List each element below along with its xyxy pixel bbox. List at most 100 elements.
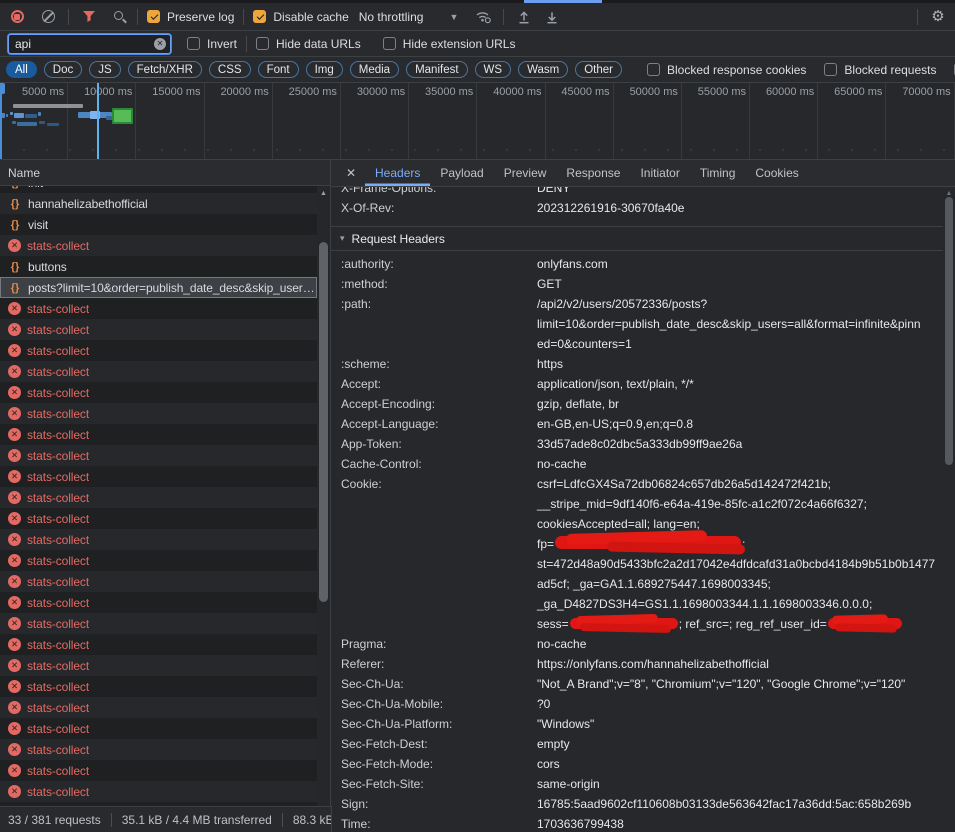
network-main-area: Name {}init{}hannahelizabethofficial{}vi…	[0, 160, 955, 832]
blocked-requests-checkbox[interactable]: Blocked requests	[824, 63, 936, 77]
scrollbar-thumb[interactable]	[319, 242, 328, 602]
network-request-row[interactable]: ✕stats-collect	[0, 760, 317, 781]
network-request-row[interactable]: ✕stats-collect	[0, 298, 317, 319]
filter-chip-wasm[interactable]: Wasm	[518, 61, 568, 78]
record-button[interactable]	[6, 6, 28, 28]
network-request-row[interactable]: ✕stats-collect	[0, 592, 317, 613]
filter-chip-js[interactable]: JS	[89, 61, 120, 78]
hide-data-urls-label: Hide data URLs	[276, 37, 361, 51]
network-request-row[interactable]: ✕stats-collect	[0, 718, 317, 739]
network-request-row[interactable]: ✕stats-collect	[0, 739, 317, 760]
filter-chip-other[interactable]: Other	[575, 61, 622, 78]
header-name: Sec-Fetch-Mode:	[341, 754, 537, 774]
requests-count: 33 / 381 requests	[8, 813, 101, 827]
header-value: 202312261916-30670fa40e	[537, 198, 943, 218]
network-conditions-button[interactable]	[472, 6, 494, 28]
network-request-row[interactable]: ✕stats-collect	[0, 676, 317, 697]
divider	[68, 9, 69, 25]
filter-toggle-button[interactable]	[78, 6, 100, 28]
filter-input[interactable]	[8, 34, 171, 54]
request-name: stats-collect	[27, 575, 89, 589]
hide-data-urls-checkbox[interactable]: Hide data URLs	[256, 37, 361, 51]
network-request-row[interactable]: {}hannahelizabethofficial	[0, 193, 317, 214]
filter-chip-doc[interactable]: Doc	[44, 61, 82, 78]
upload-icon	[517, 10, 531, 24]
request-name: stats-collect	[27, 344, 89, 358]
network-request-row[interactable]: ✕stats-collect	[0, 781, 317, 802]
filter-chip-img[interactable]: Img	[306, 61, 343, 78]
network-request-row[interactable]: ✕stats-collect	[0, 445, 317, 466]
request-headers-section-header[interactable]: ▾Request Headers	[331, 227, 943, 250]
disable-cache-checkbox[interactable]: Disable cache	[253, 10, 348, 24]
filter-chip-all[interactable]: All	[6, 61, 37, 78]
waterfall-bar	[14, 113, 24, 118]
import-har-button[interactable]	[513, 6, 535, 28]
scrollbar-thumb[interactable]	[945, 197, 953, 465]
filter-chip-font[interactable]: Font	[258, 61, 299, 78]
timeline-tick-label: 55000 ms	[682, 83, 750, 159]
error-icon: ✕	[8, 785, 21, 798]
network-request-row[interactable]: {}visit	[0, 214, 317, 235]
tab-payload[interactable]: Payload	[430, 160, 493, 186]
preserve-log-checkbox[interactable]: Preserve log	[147, 10, 234, 24]
waterfall-overview[interactable]: 5000 ms10000 ms15000 ms20000 ms25000 ms3…	[0, 83, 955, 160]
scroll-up-icon[interactable]: ▲	[943, 187, 955, 197]
network-request-row[interactable]: {}init	[0, 186, 317, 193]
network-request-row[interactable]: ✕stats-collect	[0, 466, 317, 487]
network-request-row[interactable]: ✕stats-collect	[0, 634, 317, 655]
tab-response[interactable]: Response	[556, 160, 630, 186]
error-icon: ✕	[8, 491, 21, 504]
tab-timing[interactable]: Timing	[690, 160, 746, 186]
scroll-up-icon[interactable]: ▲	[317, 186, 330, 197]
request-name: stats-collect	[27, 323, 89, 337]
filter-chip-css[interactable]: CSS	[209, 61, 251, 78]
network-request-row[interactable]: ✕ stats-collect	[0, 571, 317, 592]
filter-chip-media[interactable]: Media	[350, 61, 399, 78]
error-icon: ✕	[8, 449, 21, 462]
details-scrollbar[interactable]: ▲	[943, 187, 955, 832]
network-request-row[interactable]: ✕stats-collect	[0, 550, 317, 571]
network-request-row[interactable]: ✕stats-collect	[0, 340, 317, 361]
header-value: https://onlyfans.com/hannahelizabethoffi…	[537, 654, 943, 674]
export-har-button[interactable]	[541, 6, 563, 28]
hide-extension-urls-checkbox[interactable]: Hide extension URLs	[383, 37, 516, 51]
settings-button[interactable]: ⚙	[927, 6, 949, 28]
filter-chip-manifest[interactable]: Manifest	[406, 61, 467, 78]
tab-cookies[interactable]: Cookies	[745, 160, 808, 186]
invert-checkbox[interactable]: Invert	[187, 37, 237, 51]
network-request-row[interactable]: ✕stats-collect	[0, 487, 317, 508]
devtools-network-panel: Preserve log Disable cache No throttling…	[0, 0, 955, 832]
network-request-row[interactable]: ✕stats-collect	[0, 403, 317, 424]
clear-button[interactable]	[37, 6, 59, 28]
request-list-scrollbar[interactable]: ▲	[317, 186, 330, 806]
filter-chip-fetch-xhr[interactable]: Fetch/XHR	[128, 61, 202, 78]
close-details-button[interactable]: ✕	[337, 160, 365, 186]
waterfall-bar	[12, 121, 16, 124]
name-column-header[interactable]: Name	[0, 160, 330, 186]
throttling-dropdown[interactable]: No throttling ▼	[359, 10, 459, 24]
clear-filter-icon[interactable]: ✕	[154, 38, 166, 50]
error-icon: ✕	[8, 575, 21, 588]
tab-initiator[interactable]: Initiator	[630, 160, 689, 186]
network-request-row[interactable]: ✕stats-collect	[0, 361, 317, 382]
network-request-row[interactable]: ✕stats-collect	[0, 655, 317, 676]
header-row: X-Frame-Options:DENY	[331, 187, 943, 198]
search-button[interactable]	[106, 6, 128, 28]
tab-headers[interactable]: Headers	[365, 160, 430, 186]
filter-bar: ✕ Invert Hide data URLs Hide extension U…	[0, 31, 955, 57]
network-request-row[interactable]: ✕stats-collect	[0, 319, 317, 340]
network-request-row[interactable]: ✕stats-collect	[0, 697, 317, 718]
network-request-row[interactable]: {}buttons	[0, 256, 317, 277]
network-request-row[interactable]: ✕stats-collect	[0, 235, 317, 256]
filter-chip-ws[interactable]: WS	[475, 61, 512, 78]
tab-preview[interactable]: Preview	[494, 160, 557, 186]
network-request-row[interactable]: ✕stats-collect	[0, 424, 317, 445]
network-request-row[interactable]: ✕stats-collect	[0, 382, 317, 403]
network-request-row[interactable]: ✕stats-collect	[0, 508, 317, 529]
header-row: :method:GET	[331, 274, 943, 294]
overview-window-handle[interactable]	[0, 83, 2, 159]
network-request-row[interactable]: ✕stats-collect	[0, 613, 317, 634]
network-request-row[interactable]: ✕stats-collect	[0, 529, 317, 550]
blocked-response-cookies-checkbox[interactable]: Blocked response cookies	[647, 63, 806, 77]
network-request-row[interactable]: {}posts?limit=10&order=publish_date_desc…	[0, 277, 317, 298]
